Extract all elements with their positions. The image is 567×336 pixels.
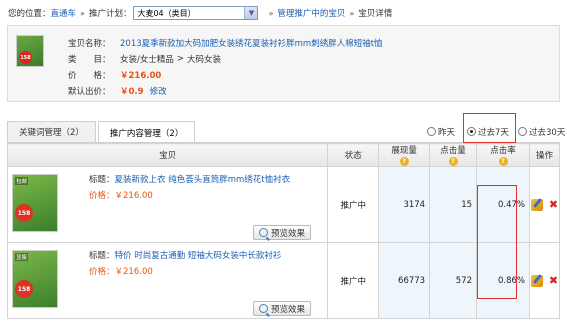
magnifier-icon xyxy=(259,304,268,313)
item-title-label: 标题： xyxy=(89,251,115,261)
row-actions: ✖ xyxy=(530,198,559,211)
edit-bid-link[interactable]: 修改 xyxy=(150,85,167,97)
item-price: ￥216.00 xyxy=(114,191,153,201)
column-header-status: 状态 xyxy=(327,143,380,167)
edit-icon[interactable] xyxy=(530,274,543,287)
help-icon[interactable]: ? xyxy=(498,157,508,166)
breadcrumb-separator: » xyxy=(268,8,274,18)
category-label: 类 目： xyxy=(68,55,111,65)
preview-button[interactable]: 预览效果 xyxy=(253,225,312,240)
clicks-cell: 572 xyxy=(429,242,478,319)
column-header-item: 宝贝 xyxy=(6,143,329,167)
price-badge: 158 xyxy=(15,280,33,298)
clicks-cell: 15 xyxy=(429,166,478,243)
column-header-clicks[interactable]: 点击量 ? xyxy=(429,143,478,167)
column-header-actions: 操作 xyxy=(528,143,561,167)
period-yesterday-label: 昨天 xyxy=(438,127,456,138)
item-price-label: 价格： xyxy=(89,191,115,201)
tab-keyword-management[interactable]: 关键词管理（2） xyxy=(7,121,96,142)
location-label: 您的位置： xyxy=(8,9,51,19)
item-thumbnail[interactable]: 包邮 158 xyxy=(12,174,58,232)
breadcrumb-home-link[interactable]: 直通车 xyxy=(51,7,77,19)
item-title-link[interactable]: 夏装新款上衣 纯色荟头直筒胖mm绣花t恤衬衣 xyxy=(115,175,291,185)
price-label: 价 格： xyxy=(68,71,111,81)
item-price: ￥216.00 xyxy=(114,267,153,277)
clicks-header-label: 点击量 xyxy=(440,146,466,156)
period-last-30-days-label: 过去30天 xyxy=(529,127,566,138)
row-actions: ✖ xyxy=(530,274,559,287)
column-header-ctr[interactable]: 点击率 ? xyxy=(476,143,530,167)
item-price-label: 价格： xyxy=(89,267,115,277)
product-name-link[interactable]: 2013夏季新款加大码加肥女装绣花夏装衬衫胖mm刺绣胖人棉短袖t恤 xyxy=(120,37,383,49)
preview-button[interactable]: 预览效果 xyxy=(253,301,312,316)
price-badge: 158 xyxy=(19,51,32,64)
item-title-label: 标题： xyxy=(89,175,115,185)
product-info-panel: 158 宝贝名称： 2013夏季新款加大码加肥女装绣花夏装衬衫胖mm刺绣胖人棉短… xyxy=(7,25,560,102)
item-title-link[interactable]: 特价 时尚复古通勤 短袖大码女装中长款衬衫 xyxy=(115,251,282,261)
breadcrumb-managing-link[interactable]: 管理推广中的宝贝 xyxy=(277,7,345,19)
default-bid-label: 默认出价： xyxy=(68,87,111,97)
help-icon[interactable]: ? xyxy=(399,157,409,166)
ctr-highlight-box xyxy=(477,185,517,299)
magnifier-icon xyxy=(259,228,268,237)
breadcrumb-current: 宝贝详情 xyxy=(358,9,393,19)
item-thumbnail[interactable]: 显瘦 158 xyxy=(12,250,58,308)
column-header-impressions[interactable]: 展现量 ? xyxy=(378,143,431,167)
impressions-cell: 66773 xyxy=(378,242,431,319)
preview-button-label: 预览效果 xyxy=(271,228,306,239)
plan-label: 推广计划： xyxy=(88,9,132,19)
tab-bar: 关键词管理（2） 推广内容管理（2） xyxy=(7,121,197,143)
period-last-30-days[interactable]: 过去30天 xyxy=(518,124,565,139)
default-bid-value: ￥0.9 xyxy=(120,87,144,97)
price-badge: 158 xyxy=(15,204,33,222)
product-thumbnail: 158 xyxy=(16,35,44,67)
ctr-header-label: 点击率 xyxy=(490,146,516,156)
product-name-label: 宝贝名称： xyxy=(68,39,111,49)
breadcrumb-separator: » xyxy=(80,8,85,18)
edit-icon[interactable] xyxy=(530,198,543,211)
plan-select-value: 大麦04（类目） xyxy=(137,8,196,18)
radio-last-30-days[interactable] xyxy=(518,127,527,136)
delete-icon[interactable]: ✖ xyxy=(549,275,558,286)
thumb-brand-tag: 显瘦 xyxy=(15,253,29,261)
thumb-brand-tag: 包邮 xyxy=(15,177,29,185)
status-cell: 推广中 xyxy=(327,166,380,243)
category-separator: > xyxy=(176,54,184,64)
period-yesterday[interactable]: 昨天 xyxy=(427,124,455,139)
impressions-header-label: 展现量 xyxy=(391,146,417,156)
preview-button-label: 预览效果 xyxy=(271,304,306,315)
product-price: ￥216.00 xyxy=(120,71,162,81)
category-level-1: 女装/女士精品 xyxy=(120,55,174,65)
chevron-down-icon[interactable]: ▼ xyxy=(244,7,258,19)
breadcrumb-separator: » xyxy=(349,8,355,18)
impressions-cell: 3174 xyxy=(378,166,431,243)
delete-icon[interactable]: ✖ xyxy=(549,199,558,210)
radio-yesterday[interactable] xyxy=(427,127,436,136)
help-icon[interactable]: ? xyxy=(448,157,458,166)
tab-content-management[interactable]: 推广内容管理（2） xyxy=(97,121,196,143)
category-level-2: 大码女装 xyxy=(187,55,222,65)
breadcrumb: 您的位置： 直通车 » 推广计划： 大麦04（类目） ▼ » 管理推广中的宝贝 … xyxy=(8,4,392,22)
status-cell: 推广中 xyxy=(327,242,380,319)
plan-select[interactable]: 大麦04（类目） ▼ xyxy=(133,6,259,20)
period-highlight-box xyxy=(463,113,516,143)
